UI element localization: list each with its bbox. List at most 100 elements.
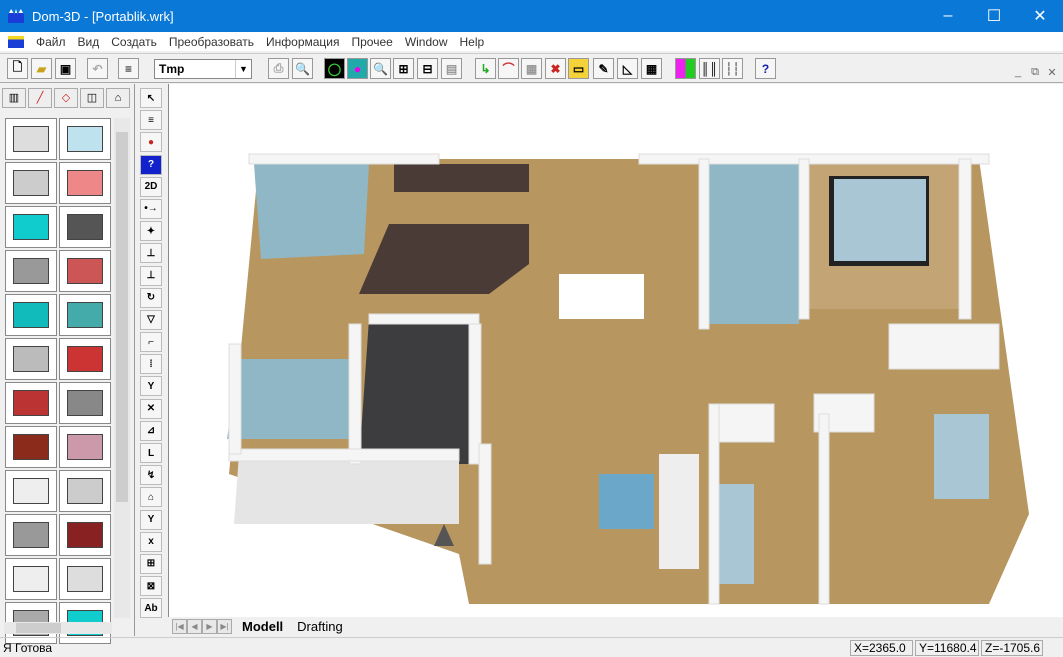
- axis-button[interactable]: ↳: [475, 58, 496, 79]
- menu-transform[interactable]: Преобразовать: [169, 35, 254, 49]
- tool-box-button[interactable]: ⊞: [140, 553, 162, 574]
- tab-drafting[interactable]: Drafting: [293, 619, 347, 634]
- zoom-out-button[interactable]: ⊟: [417, 58, 438, 79]
- dimension-button[interactable]: ✎: [593, 58, 614, 79]
- palette-item-column[interactable]: [5, 470, 57, 512]
- menu-create[interactable]: Создать: [111, 35, 157, 49]
- tool-select-button[interactable]: ↖: [140, 88, 162, 108]
- tool-corner-button[interactable]: L: [140, 443, 162, 463]
- minimize-button[interactable]: –: [925, 0, 971, 32]
- arc-button[interactable]: ⌒: [498, 58, 519, 79]
- palette-tab-surfaces[interactable]: ◇: [54, 88, 78, 108]
- first-tab-button[interactable]: |◀: [172, 619, 187, 634]
- print-button[interactable]: ⎙: [268, 58, 289, 79]
- palette-horizontal-scrollbar[interactable]: [4, 622, 112, 634]
- grid-button[interactable]: ▦: [521, 58, 542, 79]
- tool-help-button[interactable]: ?: [140, 154, 162, 175]
- palette-tab-lines[interactable]: ╱: [28, 88, 52, 108]
- palette-item-spiral-stairs[interactable]: [59, 338, 111, 380]
- palette-item-polygon-p1[interactable]: [59, 426, 111, 468]
- tool-orbit-button[interactable]: ↻: [140, 287, 162, 308]
- menu-info[interactable]: Информация: [266, 35, 339, 49]
- menu-help[interactable]: Help: [460, 35, 485, 49]
- menu-other[interactable]: Прочее: [352, 35, 393, 49]
- palette-item-tiles[interactable]: [5, 426, 57, 468]
- zoom-in-button[interactable]: ⊞: [393, 58, 414, 79]
- clipboard-button[interactable]: ▤: [441, 58, 462, 79]
- tool-dots-button[interactable]: ⁞: [140, 354, 162, 375]
- new-file-button[interactable]: 🗋: [7, 58, 28, 79]
- annotate-button[interactable]: ◺: [617, 58, 638, 79]
- menu-window[interactable]: Window: [405, 35, 448, 49]
- layer-select[interactable]: Tmp ▼: [154, 59, 252, 79]
- menu-file[interactable]: Файл: [36, 35, 66, 49]
- palette-item-skylight[interactable]: [5, 514, 57, 556]
- tool-stop-button[interactable]: ●: [140, 132, 162, 153]
- print-preview-button[interactable]: 🔍: [292, 58, 313, 79]
- tool-tree-button[interactable]: Y: [140, 376, 162, 397]
- 3d-viewport[interactable]: [168, 84, 1063, 617]
- tool-house-button[interactable]: ⌂: [140, 487, 162, 508]
- hatch-button[interactable]: ║║: [699, 58, 720, 79]
- tool-slope-button[interactable]: ⊿: [140, 420, 162, 441]
- last-tab-button[interactable]: ▶|: [217, 619, 232, 634]
- menu-view[interactable]: Вид: [78, 35, 100, 49]
- palette-item-floor-plan[interactable]: [59, 118, 111, 160]
- save-button[interactable]: ▣: [55, 58, 76, 79]
- doc-logo-icon[interactable]: [8, 35, 24, 48]
- palette-item-door[interactable]: [59, 206, 111, 248]
- open-file-button[interactable]: ▰: [31, 58, 52, 79]
- palette-tab-walls[interactable]: ▥: [2, 88, 26, 108]
- line-style-button[interactable]: ≡: [118, 58, 139, 79]
- calculator-button[interactable]: ▦: [641, 58, 662, 79]
- tool-cross-button[interactable]: ✕: [140, 398, 162, 419]
- delete-button[interactable]: ✖: [545, 58, 566, 79]
- tool-snap-point-button[interactable]: ⊥: [140, 265, 162, 286]
- tool-step-button[interactable]: ⌐: [140, 332, 162, 353]
- palette-item-balustrade[interactable]: [59, 558, 111, 600]
- palette-item-hip-roof[interactable]: [59, 382, 111, 424]
- pattern-button[interactable]: ┆┆: [722, 58, 743, 79]
- palette-item-roof[interactable]: [5, 338, 57, 380]
- palette-item-window[interactable]: [5, 206, 57, 248]
- palette-item-railing[interactable]: [5, 558, 57, 600]
- next-tab-button[interactable]: ▶: [202, 619, 217, 634]
- help-button[interactable]: ?: [755, 58, 776, 79]
- undo-button[interactable]: ↶: [87, 58, 108, 79]
- palette-item-arch[interactable]: [59, 162, 111, 204]
- palette-tab-furniture[interactable]: ⌂: [106, 88, 130, 108]
- tool-axis-y-button[interactable]: Y: [140, 509, 162, 530]
- palette-item-wall[interactable]: [5, 118, 57, 160]
- palette-item-profile[interactable]: [59, 470, 111, 512]
- tool-mode-2d-button[interactable]: 2D: [140, 176, 162, 197]
- tool-sign-button[interactable]: ↯: [140, 465, 162, 486]
- render-solid-button[interactable]: ●: [347, 58, 368, 79]
- tool-move-button[interactable]: •→: [140, 198, 162, 219]
- palette-tab-solids[interactable]: ◫: [80, 88, 104, 108]
- dining-table: [559, 274, 644, 319]
- palette-vertical-scrollbar[interactable]: [114, 118, 130, 618]
- maximize-button[interactable]: ☐: [971, 0, 1017, 32]
- tool-snap-vertical-button[interactable]: ⊥: [140, 243, 162, 264]
- prev-tab-button[interactable]: ◀: [187, 619, 202, 634]
- render-wire-button[interactable]: ◯: [324, 58, 345, 79]
- palette-item-wall-opening[interactable]: [5, 162, 57, 204]
- tool-text-button[interactable]: Ab: [140, 598, 162, 619]
- measure-button[interactable]: ▭: [568, 58, 589, 79]
- palette-item-roof-panel[interactable]: [59, 514, 111, 556]
- palette-item-window-panel[interactable]: [59, 294, 111, 336]
- tool-box-delete-button[interactable]: ⊠: [140, 576, 162, 597]
- chevron-down-icon[interactable]: ▼: [235, 60, 251, 78]
- tool-rotate-button[interactable]: ✦: [140, 221, 162, 242]
- palette-item-window-frame[interactable]: [5, 294, 57, 336]
- palette-item-stair-rail[interactable]: [59, 250, 111, 292]
- colors-button[interactable]: [675, 58, 696, 79]
- zoom-window-button[interactable]: 🔍: [370, 58, 391, 79]
- close-button[interactable]: ✕: [1017, 0, 1063, 32]
- palette-item-dormer[interactable]: [5, 382, 57, 424]
- palette-item-stairs[interactable]: [5, 250, 57, 292]
- tool-axis-x-button[interactable]: x: [140, 531, 162, 552]
- tool-triangle-button[interactable]: ▽: [140, 309, 162, 330]
- tool-properties-button[interactable]: ≡: [140, 110, 162, 131]
- tab-modell[interactable]: Modell: [238, 619, 287, 634]
